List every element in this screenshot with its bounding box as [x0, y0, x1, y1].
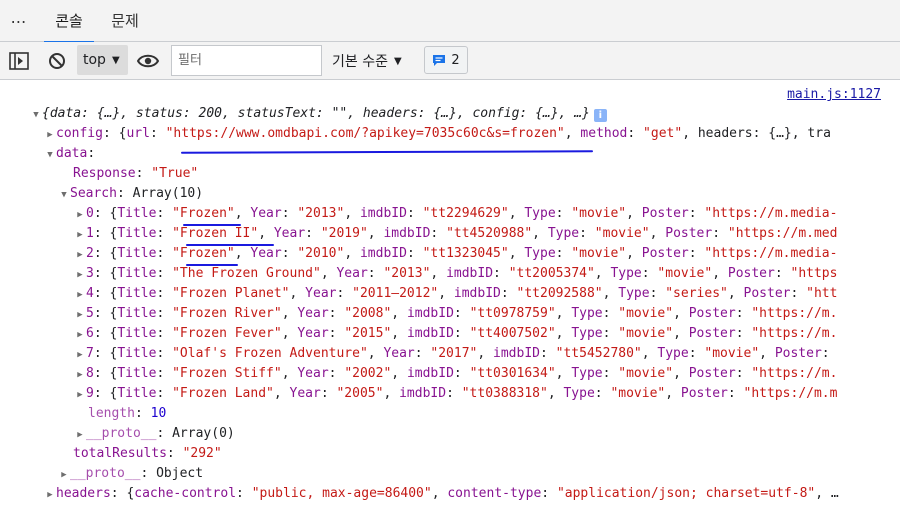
collapsed-triangle-icon[interactable]: ▶ — [74, 245, 86, 264]
object-proto-row[interactable]: ▶ __proto__: Object — [58, 464, 900, 484]
clear-console-icon[interactable] — [46, 50, 68, 72]
collapsed-triangle-icon[interactable]: ▶ — [74, 325, 86, 344]
context-selector[interactable]: top ▼ — [77, 45, 128, 75]
filter-input[interactable] — [171, 45, 322, 76]
collapsed-triangle-icon[interactable]: ▶ — [44, 125, 56, 144]
console-toolbar: top ▼ 기본 수준 ▼ 2 — [0, 42, 900, 80]
collapsed-triangle-icon[interactable]: ▶ — [58, 465, 70, 484]
collapsed-triangle-icon[interactable]: ▶ — [74, 205, 86, 224]
config-url: "https://www.omdbapi.com/?apikey=7035c60… — [165, 126, 565, 141]
collapsed-triangle-icon[interactable]: ▶ — [44, 485, 56, 504]
collapsed-triangle-icon[interactable]: ▶ — [74, 345, 86, 364]
collapsed-triangle-icon[interactable]: ▶ — [74, 265, 86, 284]
data-row[interactable]: ▼ data: — [44, 144, 900, 164]
length-row: length: 10 — [88, 406, 167, 421]
annotation-underline-title-1 — [186, 244, 274, 246]
chevron-down-icon: ▼ — [111, 54, 120, 66]
search-item-4[interactable]: ▶ 4: {Title: "Frozen Planet", Year: "2011… — [74, 284, 900, 304]
search-row[interactable]: ▼ Search: Array(10) — [58, 184, 900, 204]
search-item-7[interactable]: ▶ 7: {Title: "Olaf's Frozen Adventure", Y… — [74, 344, 900, 364]
collapsed-triangle-icon[interactable]: ▶ — [74, 285, 86, 304]
collapsed-triangle-icon[interactable]: ▶ — [74, 225, 86, 244]
tab-issues[interactable]: 문제 — [100, 0, 150, 42]
search-item-8[interactable]: ▶ 8: {Title: "Frozen Stiff", Year: "2002"… — [74, 364, 900, 384]
search-item-0[interactable]: ▶ 0: {Title: "Frozen", Year: "2013", imdb… — [74, 204, 900, 224]
info-icon[interactable]: i — [593, 109, 607, 122]
array-proto-row[interactable]: ▶ __proto__: Array(0) — [74, 424, 900, 444]
message-icon — [433, 54, 446, 66]
live-expression-eye-icon[interactable] — [137, 50, 159, 72]
expanded-triangle-icon[interactable]: ▼ — [30, 105, 42, 124]
tab-console[interactable]: 콘솔 — [44, 0, 94, 43]
collapsed-triangle-icon[interactable]: ▶ — [74, 425, 86, 444]
total-results-row: totalResults: "292" — [73, 446, 222, 461]
console-output: main.js:1127 ▼ {data: {…}, status: 200, s… — [0, 80, 900, 508]
root-object-row[interactable]: ▼ {data: {…}, status: 200, statusText: ""… — [30, 104, 900, 124]
expanded-triangle-icon[interactable]: ▼ — [58, 185, 70, 204]
expanded-triangle-icon[interactable]: ▼ — [44, 145, 56, 164]
message-count: 2 — [451, 52, 460, 68]
search-item-2[interactable]: ▶ 2: {Title: "Frozen", Year: "2010", imdb… — [74, 244, 900, 264]
chevron-down-icon: ▼ — [393, 55, 402, 67]
search-item-9[interactable]: ▶ 9: {Title: "Frozen Land", Year: "2005",… — [74, 384, 900, 404]
root-summary: {data: {…}, status: 200, statusText: "",… — [42, 106, 590, 121]
context-value: top — [83, 52, 106, 68]
more-tabs-icon[interactable]: ⋯ — [0, 0, 38, 42]
devtools-tab-bar: ⋯ 콘솔 문제 — [0, 0, 900, 43]
show-sidebar-icon[interactable] — [8, 50, 30, 72]
search-item-1[interactable]: ▶ 1: {Title: "Frozen II", Year: "2019", i… — [74, 224, 900, 244]
response-row: Response: "True" — [73, 166, 199, 181]
collapsed-triangle-icon[interactable]: ▶ — [74, 305, 86, 324]
annotation-underline-title-0 — [183, 224, 241, 226]
source-link[interactable]: main.js:1127 — [787, 87, 881, 102]
log-levels-dropdown[interactable]: 기본 수준 ▼ — [332, 51, 402, 71]
collapsed-triangle-icon[interactable]: ▶ — [74, 365, 86, 384]
message-count-button[interactable]: 2 — [424, 46, 468, 74]
annotation-underline-title-2 — [186, 264, 238, 266]
search-item-5[interactable]: ▶ 5: {Title: "Frozen River", Year: "2008"… — [74, 304, 900, 324]
collapsed-triangle-icon[interactable]: ▶ — [74, 385, 86, 404]
log-levels-label: 기본 수준 — [332, 54, 388, 70]
config-row[interactable]: ▶ config: {url: "https://www.omdbapi.com/… — [44, 124, 900, 144]
search-item-3[interactable]: ▶ 3: {Title: "The Frozen Ground", Year: "… — [74, 264, 900, 284]
headers-row[interactable]: ▶ headers: {cache-control: "public, max-a… — [44, 484, 900, 504]
search-item-6[interactable]: ▶ 6: {Title: "Frozen Fever", Year: "2015"… — [74, 324, 900, 344]
